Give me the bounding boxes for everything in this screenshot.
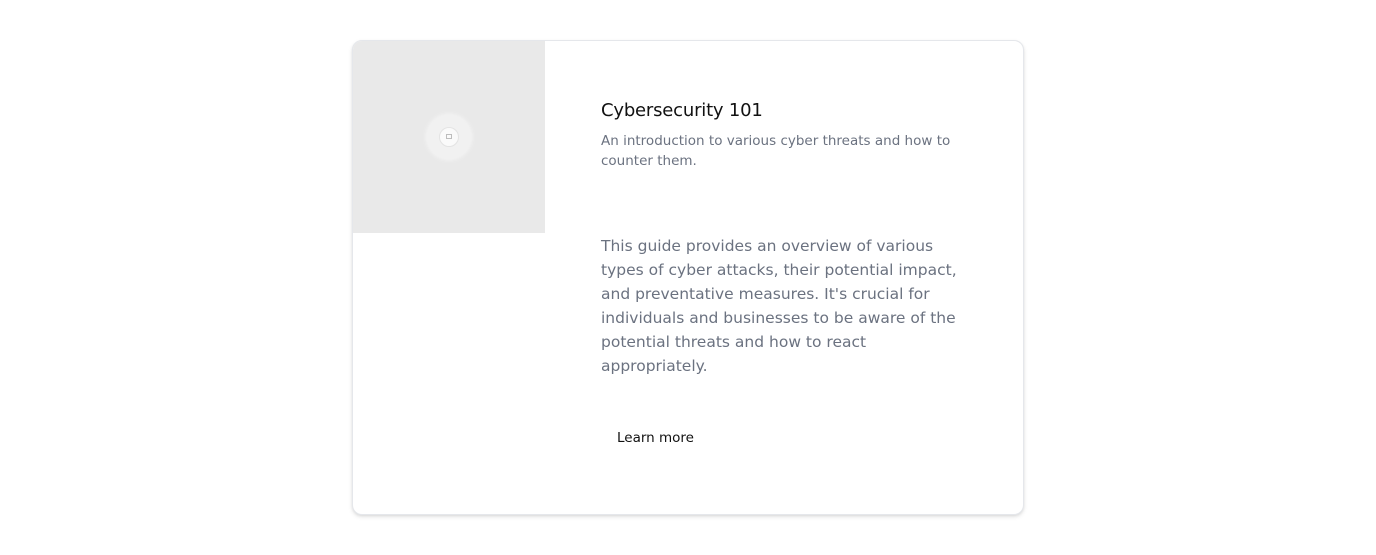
course-card: Cybersecurity 101 An introduction to var… bbox=[352, 40, 1024, 515]
card-title: Cybersecurity 101 bbox=[601, 100, 763, 121]
card-description: This guide provides an overview of vario… bbox=[601, 237, 957, 375]
image-placeholder-icon bbox=[427, 115, 471, 159]
learn-more-button[interactable]: Learn more bbox=[601, 421, 710, 455]
card-image bbox=[353, 41, 545, 233]
card-subtitle: An introduction to various cyber threats… bbox=[601, 133, 951, 169]
